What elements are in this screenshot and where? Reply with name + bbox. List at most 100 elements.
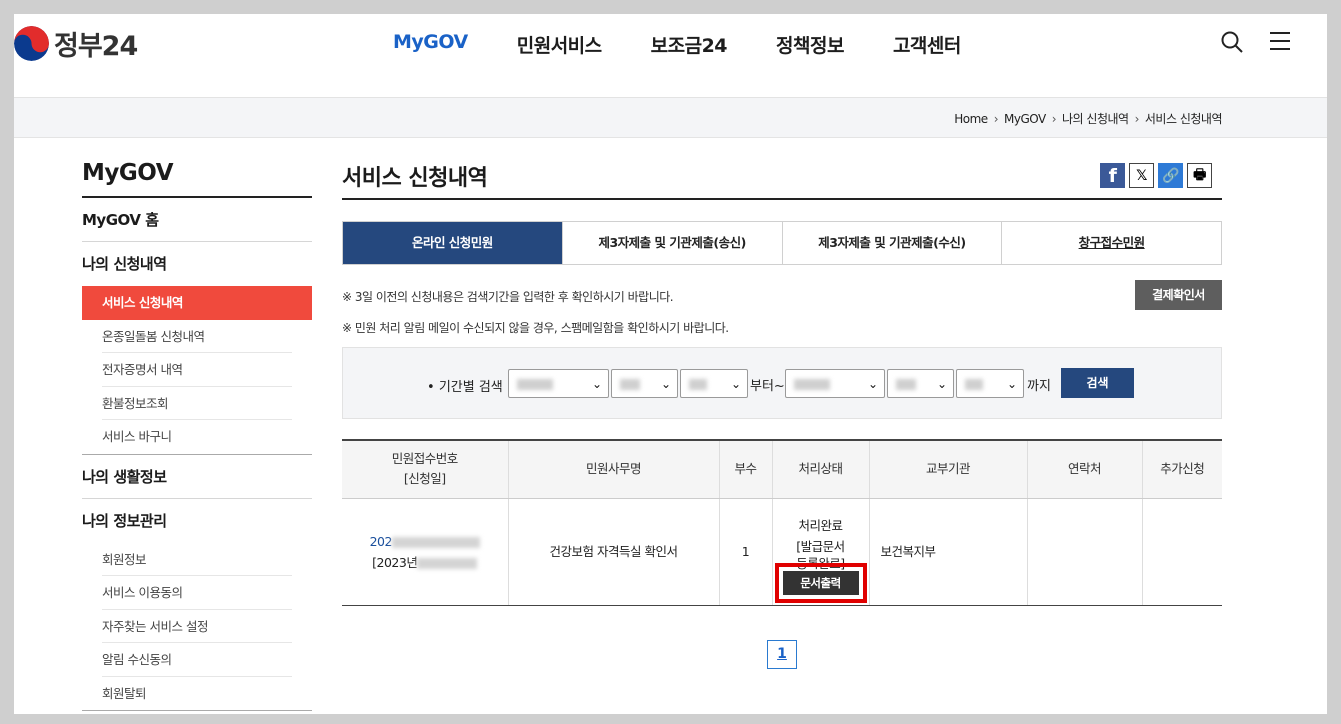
nav-subsidy[interactable]: 보조금24	[651, 31, 728, 58]
application-tabs: 온라인 신청민원 제3자제출 및 기관제출(송신) 제3자제출 및 기관제출(수…	[342, 221, 1222, 265]
side-nav-item-service-applications[interactable]: 서비스 신청내역	[82, 286, 312, 320]
breadcrumb-current: 서비스 신청내역	[1144, 112, 1223, 126]
side-nav-my-applications[interactable]: 나의 신청내역	[82, 242, 312, 286]
side-nav: MyGOV MyGOV 홈 나의 신청내역 서비스 신청내역 온종일돌봄 신청내…	[82, 160, 312, 711]
end-year-select[interactable]: ⌄	[785, 369, 885, 398]
side-nav-item-refund-info[interactable]: 환불정보조회	[102, 387, 292, 420]
side-nav-item-notification-consent[interactable]: 알림 수신동의	[102, 643, 292, 677]
hamburger-menu-icon[interactable]	[1270, 32, 1290, 52]
start-day-select[interactable]: ⌄	[680, 369, 748, 398]
tab-online-applications[interactable]: 온라인 신청민원	[343, 222, 562, 264]
breadcrumb-mygov[interactable]: MyGOV	[1004, 112, 1046, 126]
notice-search-period: ※ 3일 이전의 신청내용은 검색기간을 입력한 후 확인하시기 바랍니다.	[342, 290, 674, 304]
main-content: 서비스 신청내역 f 𝕏 🔗 🖶 온라인 신청민원 제3자제출 및 기관제출(송…	[342, 160, 1222, 669]
table-row: 202 [2023년 건강보험 자격득실 확인서 1 처리완료 [발급문서 등록…	[342, 498, 1222, 606]
side-nav-submenu: 서비스 신청내역 온종일돌봄 신청내역 전자증명서 내역 환불정보조회 서비스 …	[82, 286, 312, 454]
tab-counter-applications[interactable]: 창구접수민원	[1001, 222, 1221, 264]
link-copy-icon[interactable]: 🔗	[1158, 163, 1183, 188]
side-nav-group-account: 나의 정보관리 회원정보 서비스 이용동의 자주찾는 서비스 설정 알림 수신동…	[82, 499, 312, 711]
side-nav-my-info-management[interactable]: 나의 정보관리	[82, 499, 312, 543]
tab-counter-applications-label: 창구접수민원	[1078, 235, 1146, 250]
logo-text: 정부24	[54, 31, 138, 62]
col-service-name: 민원사무명	[507, 439, 719, 499]
taegeuk-logo-icon	[14, 26, 49, 61]
side-nav-item-favorite-services[interactable]: 자주찾는 서비스 설정	[102, 610, 292, 643]
side-nav-my-life-info[interactable]: 나의 생활정보	[82, 455, 312, 499]
col-contact: 연락처	[1026, 439, 1142, 499]
end-month-select[interactable]: ⌄	[887, 369, 954, 398]
chevron-down-icon: ⌄	[936, 377, 947, 391]
table-header-row: 민원접수번호 [신청일] 민원사무명 부수 처리상태 교부기관 연락처 추가신청	[342, 439, 1222, 499]
application-date: [2023년	[342, 552, 508, 573]
search-icon[interactable]	[1221, 31, 1243, 53]
chevron-right-icon: ›	[993, 112, 999, 126]
notice-spam-mail: ※ 민원 처리 알림 메일이 수신되지 않을 경우, 스팸메일함을 확인하시기 …	[342, 321, 729, 335]
side-nav-submenu: 회원정보 서비스 이용동의 자주찾는 서비스 설정 알림 수신동의 회원탈퇴	[82, 543, 312, 711]
page-title: 서비스 신청내역 f 𝕏 🔗 🖶	[342, 160, 1222, 200]
chevron-down-icon: ⌄	[591, 377, 602, 391]
side-nav-title: MyGOV	[82, 160, 312, 198]
additional-request-cell	[1141, 498, 1222, 606]
x-twitter-icon[interactable]: 𝕏	[1129, 163, 1154, 188]
from-label: 부터~	[750, 379, 785, 394]
nav-customer-center[interactable]: 고객센터	[893, 31, 961, 58]
until-label: 까지	[1027, 379, 1051, 394]
chevron-down-icon: ⌄	[660, 377, 671, 391]
chevron-right-icon: ›	[1134, 112, 1140, 126]
contact-cell	[1026, 498, 1142, 606]
side-nav-item-service-consent[interactable]: 서비스 이용동의	[102, 576, 292, 610]
share-tools: f 𝕏 🔗 🖶	[1096, 163, 1212, 188]
status-line: [발급문서	[796, 538, 845, 554]
breadcrumb-home[interactable]: Home	[954, 112, 988, 126]
side-nav-mygov-home[interactable]: MyGOV 홈	[82, 198, 312, 242]
facebook-icon[interactable]: f	[1100, 163, 1125, 188]
side-nav-item-all-day-care[interactable]: 온종일돌봄 신청내역	[102, 320, 292, 353]
breadcrumb-my-applications[interactable]: 나의 신청내역	[1062, 112, 1129, 126]
side-nav-item-withdraw[interactable]: 회원탈퇴	[102, 677, 292, 711]
service-name-cell: 건강보험 자격득실 확인서	[507, 498, 719, 606]
print-icon[interactable]: 🖶	[1187, 163, 1212, 188]
period-search-box: • 기간별 검색 ⌄ ⌄ ⌄ 부터~ ⌄ ⌄ ⌄ 까지 검색	[342, 347, 1222, 419]
nav-mygov[interactable]: MyGOV	[393, 31, 468, 58]
side-nav-item-e-certificates[interactable]: 전자증명서 내역	[102, 353, 292, 387]
payment-confirmation-button[interactable]: 결제확인서	[1135, 280, 1222, 310]
page-frame: 정부24 MyGOV 민원서비스 보조금24 정책정보 고객센터 Home › My…	[14, 14, 1327, 714]
application-table: 민원접수번호 [신청일] 민원사무명 부수 처리상태 교부기관 연락처 추가신청…	[342, 439, 1222, 606]
nav-policy[interactable]: 정책정보	[776, 31, 844, 58]
status-cell: 처리완료 [발급문서 등록완료] 문서출력	[771, 498, 869, 606]
copies-cell: 1	[718, 498, 772, 606]
side-nav-item-service-basket[interactable]: 서비스 바구니	[102, 420, 292, 454]
pagination-page-1[interactable]: 1	[767, 640, 797, 669]
status-line: 등록완료]	[796, 555, 845, 571]
chevron-down-icon: ⌄	[1006, 377, 1017, 391]
chevron-right-icon: ›	[1051, 112, 1057, 126]
receipt-number-link[interactable]: 202	[342, 531, 508, 552]
col-status: 처리상태	[771, 439, 869, 499]
col-issuing-agency: 교부기관	[868, 439, 1027, 499]
side-nav-item-member-info[interactable]: 회원정보	[102, 543, 292, 576]
breadcrumb-bar: Home › MyGOV › 나의 신청내역 › 서비스 신청내역	[14, 98, 1327, 138]
status-line: 처리완료	[798, 517, 843, 533]
main-nav: MyGOV 민원서비스 보조금24 정책정보 고객센터	[393, 31, 1010, 58]
site-logo[interactable]: 정부24	[14, 24, 138, 63]
breadcrumb: Home › MyGOV › 나의 신청내역 › 서비스 신청내역	[954, 110, 1222, 127]
col-copies: 부수	[718, 439, 772, 499]
tab-third-party-sent[interactable]: 제3자제출 및 기관제출(송신)	[561, 222, 782, 264]
start-year-select[interactable]: ⌄	[508, 369, 609, 398]
tab-third-party-received[interactable]: 제3자제출 및 기관제출(수신)	[781, 222, 1002, 264]
chevron-down-icon: ⌄	[730, 377, 741, 391]
period-search-label: • 기간별 검색	[427, 380, 503, 395]
document-print-button[interactable]: 문서출력	[774, 562, 867, 603]
side-nav-group-applications: 나의 신청내역 서비스 신청내역 온종일돌봄 신청내역 전자증명서 내역 환불정…	[82, 242, 312, 455]
search-button[interactable]: 검색	[1061, 368, 1134, 398]
agency-cell: 보건복지부	[868, 498, 1027, 606]
chevron-down-icon: ⌄	[867, 377, 878, 391]
site-header: 정부24 MyGOV 민원서비스 보조금24 정책정보 고객센터	[14, 14, 1327, 98]
col-receipt-number: 민원접수번호 [신청일]	[342, 439, 508, 499]
nav-civil-service[interactable]: 민원서비스	[517, 31, 602, 58]
page-title-text: 서비스 신청내역	[342, 166, 488, 191]
receipt-number-cell: 202 [2023년	[342, 498, 508, 606]
col-additional-request: 추가신청	[1141, 439, 1222, 499]
start-month-select[interactable]: ⌄	[611, 369, 678, 398]
end-day-select[interactable]: ⌄	[956, 369, 1024, 398]
